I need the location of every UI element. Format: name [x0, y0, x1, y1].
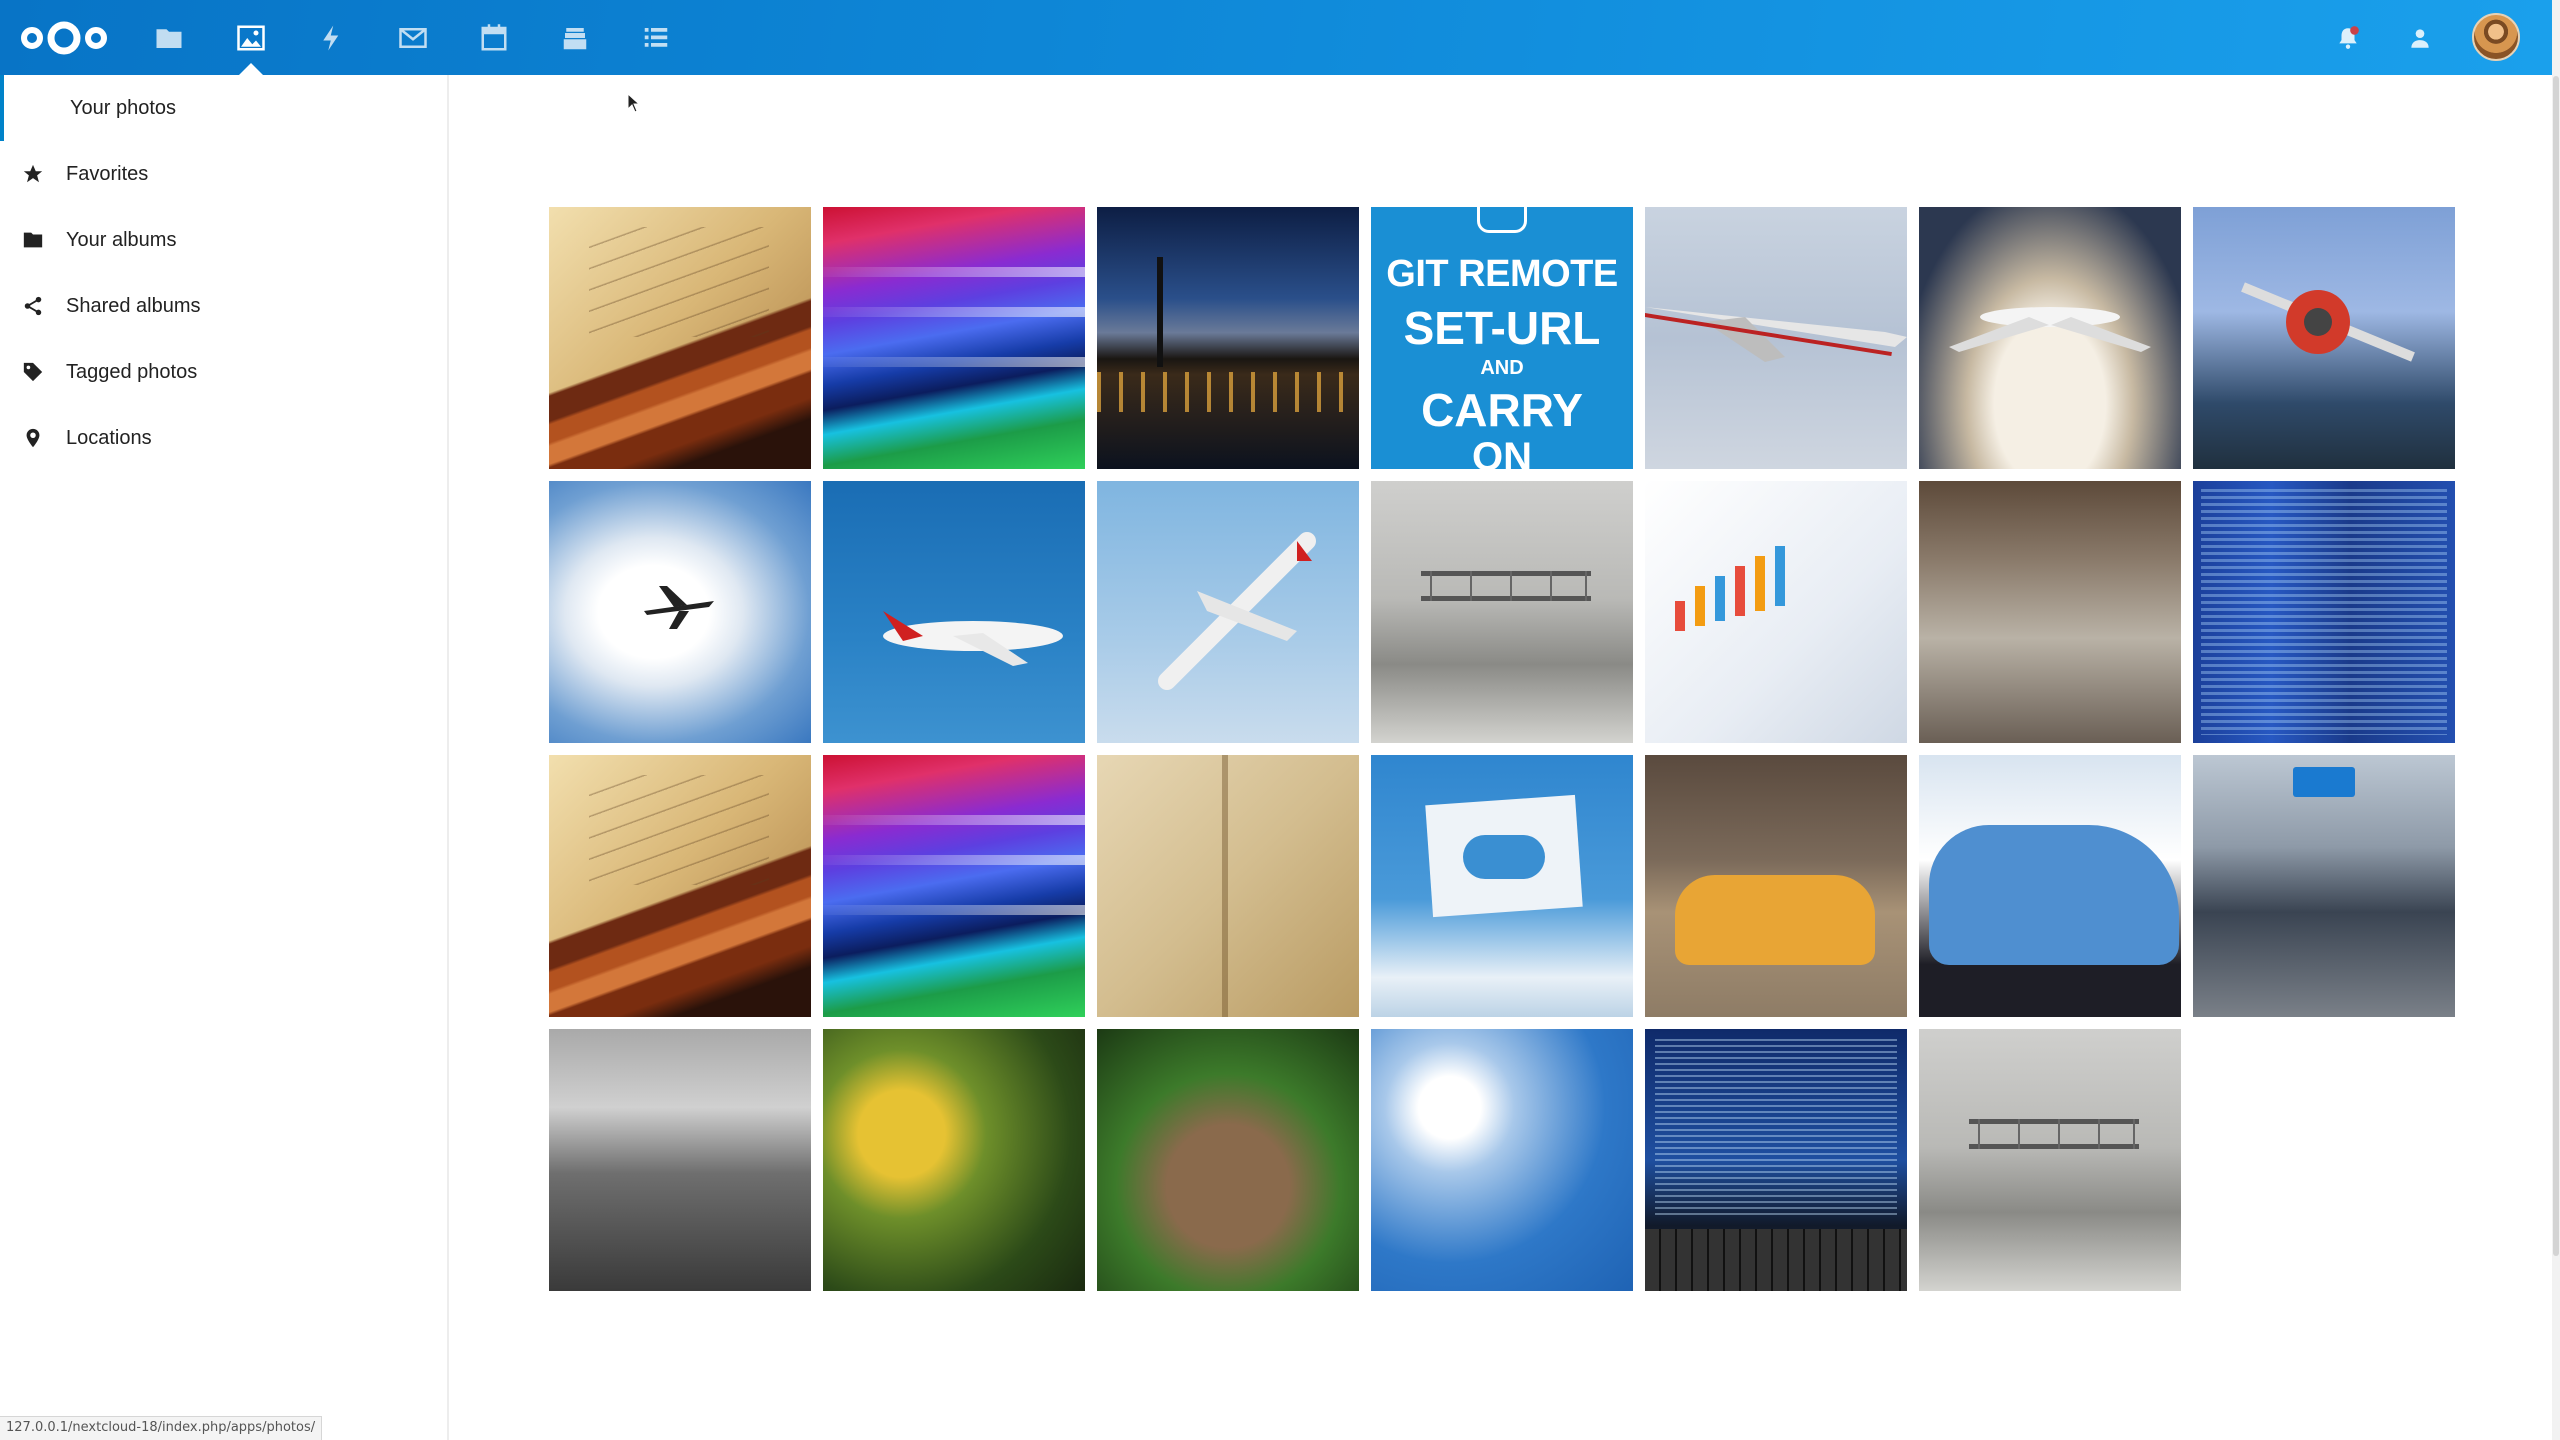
- photos-main-content: GIT REMOTE SET-URL AND CARRY ON: [451, 75, 2552, 1440]
- poster-text: SET-URL: [1403, 302, 1601, 354]
- photo-thumbnail[interactable]: [1919, 207, 2181, 469]
- user-avatar[interactable]: [2472, 13, 2520, 61]
- nextcloud-logo-icon[interactable]: [16, 14, 112, 62]
- photo-thumbnail[interactable]: [1645, 207, 1907, 469]
- tag-icon: [22, 361, 44, 383]
- photo-thumbnail[interactable]: [549, 481, 811, 743]
- photo-thumbnail[interactable]: [1097, 755, 1359, 1017]
- sidebar-item-your-albums[interactable]: Your albums: [0, 207, 447, 273]
- photo-thumbnail[interactable]: [1919, 1029, 2181, 1291]
- poster-text: ON: [1472, 435, 1532, 469]
- photo-thumbnail[interactable]: [1371, 1029, 1633, 1291]
- photo-thumbnail[interactable]: [823, 207, 1085, 469]
- sidebar-item-your-photos[interactable]: Your photos: [0, 75, 447, 141]
- sidebar-item-label: Shared albums: [66, 294, 201, 317]
- photo-thumbnail[interactable]: [1097, 207, 1359, 469]
- sidebar-item-label: Your albums: [66, 228, 177, 251]
- status-bar-url: 127.0.0.1/nextcloud-18/index.php/apps/ph…: [0, 1416, 323, 1440]
- photo-thumbnail[interactable]: [1919, 481, 2181, 743]
- poster-text: GIT REMOTE: [1386, 253, 1618, 295]
- sidebar-item-locations[interactable]: Locations: [0, 405, 447, 471]
- contacts-menu-icon[interactable]: [2404, 22, 2436, 54]
- photo-thumbnail[interactable]: [1371, 755, 1633, 1017]
- poster-text: AND: [1480, 357, 1524, 379]
- sidebar-item-favorites[interactable]: Favorites: [0, 141, 447, 207]
- tasks-app-icon[interactable]: [636, 18, 676, 58]
- photo-thumbnail[interactable]: [1645, 1029, 1907, 1291]
- sidebar-item-label: Locations: [66, 426, 152, 449]
- files-app-icon[interactable]: [149, 18, 189, 58]
- star-icon: [22, 163, 44, 185]
- sidebar-item-label: Favorites: [66, 162, 149, 185]
- folder-icon: [22, 229, 44, 251]
- photo-thumbnail[interactable]: [1097, 1029, 1359, 1291]
- photos-app-icon[interactable]: [231, 18, 271, 58]
- photo-thumbnail[interactable]: [549, 207, 811, 469]
- photo-thumbnail[interactable]: [1919, 755, 2181, 1017]
- photo-thumbnail[interactable]: GIT REMOTE SET-URL AND CARRY ON: [1371, 207, 1633, 469]
- mail-app-icon[interactable]: [393, 18, 433, 58]
- share-icon: [22, 295, 44, 317]
- photo-thumbnail[interactable]: [549, 1029, 811, 1291]
- location-pin-icon: [22, 427, 44, 449]
- photo-thumbnail[interactable]: [823, 481, 1085, 743]
- photo-thumbnail[interactable]: [1645, 755, 1907, 1017]
- sidebar-item-shared-albums[interactable]: Shared albums: [0, 273, 447, 339]
- photo-thumbnail[interactable]: [549, 755, 811, 1017]
- deck-app-icon[interactable]: [555, 18, 595, 58]
- photo-thumbnail[interactable]: [1097, 481, 1359, 743]
- page-scrollbar-thumb[interactable]: [2553, 76, 2559, 1256]
- app-navigation: Your photos Favorites Your albums Shared…: [0, 75, 449, 1440]
- sidebar-item-tagged-photos[interactable]: Tagged photos: [0, 339, 447, 405]
- top-header: [0, 0, 2552, 75]
- calendar-app-icon[interactable]: [474, 18, 514, 58]
- photo-thumbnail[interactable]: [2193, 207, 2455, 469]
- photo-thumbnail[interactable]: [823, 1029, 1085, 1291]
- photo-thumbnail[interactable]: [1645, 481, 1907, 743]
- photo-thumbnail[interactable]: [1371, 481, 1633, 743]
- notifications-bell-icon[interactable]: [2332, 22, 2364, 54]
- mouse-cursor-icon: [627, 92, 641, 113]
- sidebar-item-label: Tagged photos: [66, 360, 198, 383]
- photo-thumbnail[interactable]: [2193, 755, 2455, 1017]
- activity-app-icon[interactable]: [312, 18, 352, 58]
- active-app-indicator: [239, 63, 263, 75]
- photo-thumbnail[interactable]: [2193, 481, 2455, 743]
- photo-thumbnail[interactable]: [823, 755, 1085, 1017]
- sidebar-item-label: Your photos: [70, 96, 177, 119]
- poster-text: CARRY: [1421, 384, 1583, 436]
